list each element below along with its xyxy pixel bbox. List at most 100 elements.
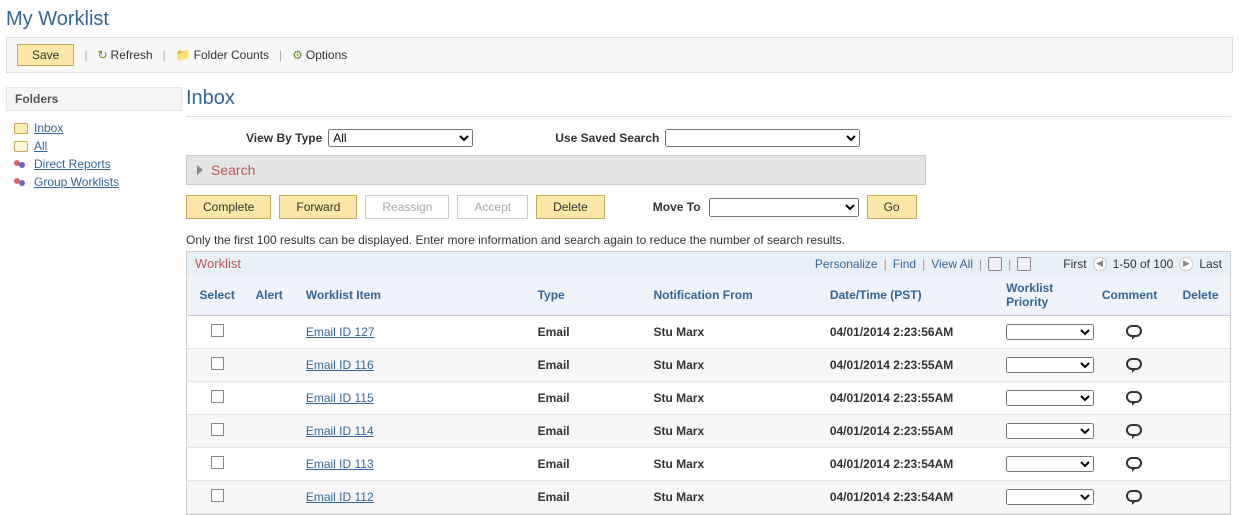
worklist-item-link[interactable]: Email ID 112 [306,490,374,504]
worklist-item-link[interactable]: Email ID 116 [306,358,374,372]
refresh-link[interactable]: ↻Refresh [97,48,152,62]
priority-select[interactable] [1006,489,1094,505]
filter-row: View By Type All Use Saved Search [186,125,1231,155]
options-link[interactable]: ⚙Options [292,48,347,62]
table-row: Email ID 113EmailStu Marx04/01/2014 2:23… [187,448,1230,481]
priority-select[interactable] [1006,423,1094,439]
grid-header: Worklist Personalize| Find| View All| | … [187,252,1230,275]
col-select[interactable]: Select [187,275,247,316]
priority-select[interactable] [1006,357,1094,373]
main-content: Inbox View By Type All Use Saved Search … [182,87,1239,515]
separator: | [279,48,282,62]
cell-alert [247,415,297,448]
folder-link[interactable]: Group Worklists [34,175,119,189]
personalize-link[interactable]: Personalize [815,257,878,271]
row-checkbox[interactable] [211,324,224,337]
refresh-label: Refresh [111,48,153,62]
last-label[interactable]: Last [1199,257,1222,271]
separator: | [84,48,87,62]
cell-type: Email [530,316,646,349]
accept-button: Accept [457,195,528,219]
col-item[interactable]: Worklist Item [298,275,530,316]
folder-item-direct-reports[interactable]: Direct Reports [14,157,182,171]
delete-button[interactable]: Delete [536,195,605,219]
worklist-item-link[interactable]: Email ID 114 [306,424,374,438]
cell-from: Stu Marx [645,481,821,514]
view-all-link[interactable]: View All [931,257,973,271]
row-checkbox[interactable] [211,489,224,502]
main-heading: Inbox [186,87,1231,110]
col-date[interactable]: Date/Time (PST) [822,275,998,316]
cell-date: 04/01/2014 2:23:55AM [822,382,998,415]
table-row: Email ID 127EmailStu Marx04/01/2014 2:23… [187,316,1230,349]
move-to-select[interactable] [709,198,859,217]
row-checkbox[interactable] [211,357,224,370]
cell-from: Stu Marx [645,448,821,481]
zoom-icon[interactable] [988,257,1002,271]
sidebar: Folders Inbox All Direct Reports Group W… [0,87,182,515]
download-icon[interactable] [1017,257,1031,271]
col-delete[interactable]: Delete [1174,275,1230,316]
col-alert[interactable]: Alert [247,275,297,316]
people-icon [14,176,28,188]
row-checkbox[interactable] [211,456,224,469]
save-button[interactable]: Save [17,44,74,66]
comment-icon[interactable] [1126,325,1142,337]
go-button[interactable]: Go [867,195,917,219]
comment-icon[interactable] [1126,424,1142,436]
page-title: My Worklist [6,8,1239,31]
comment-icon[interactable] [1126,391,1142,403]
table-row: Email ID 115EmailStu Marx04/01/2014 2:23… [187,382,1230,415]
row-checkbox[interactable] [211,423,224,436]
find-link[interactable]: Find [893,257,916,271]
comment-icon[interactable] [1126,457,1142,469]
folder-link[interactable]: Inbox [34,121,63,135]
forward-button[interactable]: Forward [279,195,357,219]
expand-search-icon[interactable] [197,165,203,175]
options-icon: ⚙ [292,48,303,62]
col-from[interactable]: Notification From [645,275,821,316]
worklist-item-link[interactable]: Email ID 113 [306,457,374,471]
view-by-type-select[interactable]: All [328,129,473,147]
col-comment[interactable]: Comment [1094,275,1175,316]
cell-date: 04/01/2014 2:23:55AM [822,415,998,448]
folder-counts-link[interactable]: 📁Folder Counts [176,48,269,62]
pager-range: 1-50 of 100 [1113,257,1174,271]
separator: | [163,48,166,62]
priority-select[interactable] [1006,456,1094,472]
folder-counts-label: Folder Counts [194,48,269,62]
folder-item-group-worklists[interactable]: Group Worklists [14,175,182,189]
grid-table: Select Alert Worklist Item Type Notifica… [187,275,1230,514]
folder-item-inbox[interactable]: Inbox [14,121,182,135]
saved-search-label: Use Saved Search [555,131,659,145]
folder-link[interactable]: All [34,139,47,153]
row-checkbox[interactable] [211,390,224,403]
cell-type: Email [530,481,646,514]
cell-date: 04/01/2014 2:23:56AM [822,316,998,349]
col-priority[interactable]: Worklist Priority [998,275,1094,316]
folder-icon: 📁 [176,48,191,62]
options-label: Options [306,48,347,62]
folder-item-all[interactable]: All [14,139,182,153]
comment-icon[interactable] [1126,358,1142,370]
cell-alert [247,481,297,514]
complete-button[interactable]: Complete [186,195,271,219]
next-page-icon[interactable]: ▶ [1179,257,1193,271]
grid-title: Worklist [195,256,241,271]
first-label[interactable]: First [1063,257,1086,271]
cell-type: Email [530,349,646,382]
search-bar: Search [186,155,926,185]
priority-select[interactable] [1006,390,1094,406]
worklist-item-link[interactable]: Email ID 115 [306,391,374,405]
saved-search-select[interactable] [665,129,860,147]
results-note: Only the first 100 results can be displa… [186,233,1231,247]
cell-date: 04/01/2014 2:23:55AM [822,349,998,382]
grid: Worklist Personalize| Find| View All| | … [186,251,1231,515]
priority-select[interactable] [1006,324,1094,340]
folder-link[interactable]: Direct Reports [34,157,111,171]
cell-alert [247,349,297,382]
cell-date: 04/01/2014 2:23:54AM [822,481,998,514]
prev-page-icon[interactable]: ◀ [1093,257,1107,271]
worklist-item-link[interactable]: Email ID 127 [306,325,375,339]
col-type[interactable]: Type [530,275,646,316]
